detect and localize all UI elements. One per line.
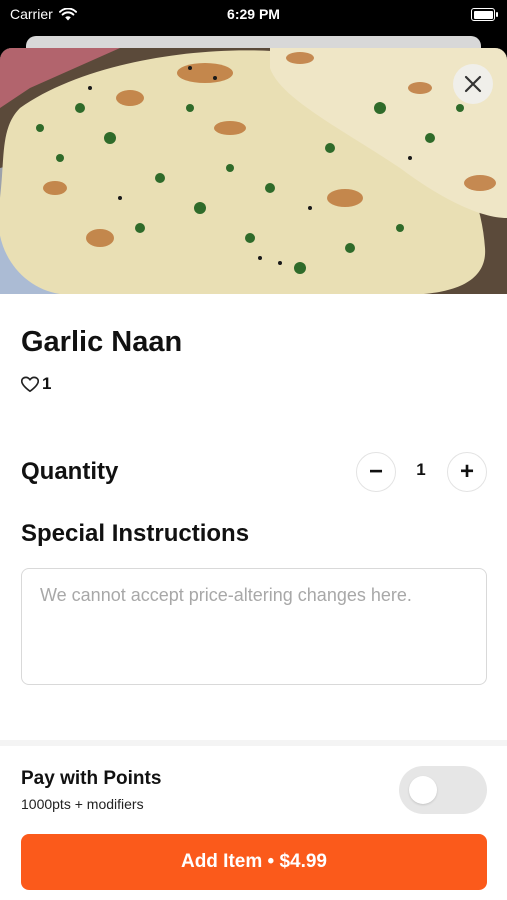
quantity-label: Quantity <box>21 458 119 485</box>
quantity-value: 1 <box>416 460 426 479</box>
increment-button[interactable]: + <box>447 452 487 492</box>
close-button[interactable] <box>453 64 493 104</box>
toggle-knob <box>409 776 437 804</box>
item-photo <box>0 48 507 294</box>
points-cost-label: 1000pts + modifiers <box>21 796 144 812</box>
battery-icon <box>471 8 498 21</box>
status-bar: Carrier 6:29 PM <box>0 0 507 30</box>
like-count[interactable]: 1 <box>21 374 51 394</box>
heart-icon <box>21 376 39 392</box>
pay-with-points-label: Pay with Points <box>21 768 162 789</box>
item-title: Garlic Naan <box>21 326 183 358</box>
add-item-button[interactable]: Add Item • $4.99 <box>21 834 487 890</box>
special-instructions-input[interactable] <box>21 568 487 685</box>
decrement-button[interactable]: − <box>356 452 396 492</box>
pay-with-points-toggle[interactable] <box>399 766 487 814</box>
like-count-value: 1 <box>42 374 52 393</box>
special-instructions-label: Special Instructions <box>21 520 250 547</box>
item-detail-modal: Garlic Naan 1 Quantity − 1 + Special Ins… <box>0 48 507 900</box>
naan-illustration <box>0 48 507 294</box>
status-time: 6:29 PM <box>227 6 280 22</box>
checkout-footer: Pay with Points 1000pts + modifiers Add … <box>0 740 507 900</box>
close-icon <box>464 75 482 93</box>
